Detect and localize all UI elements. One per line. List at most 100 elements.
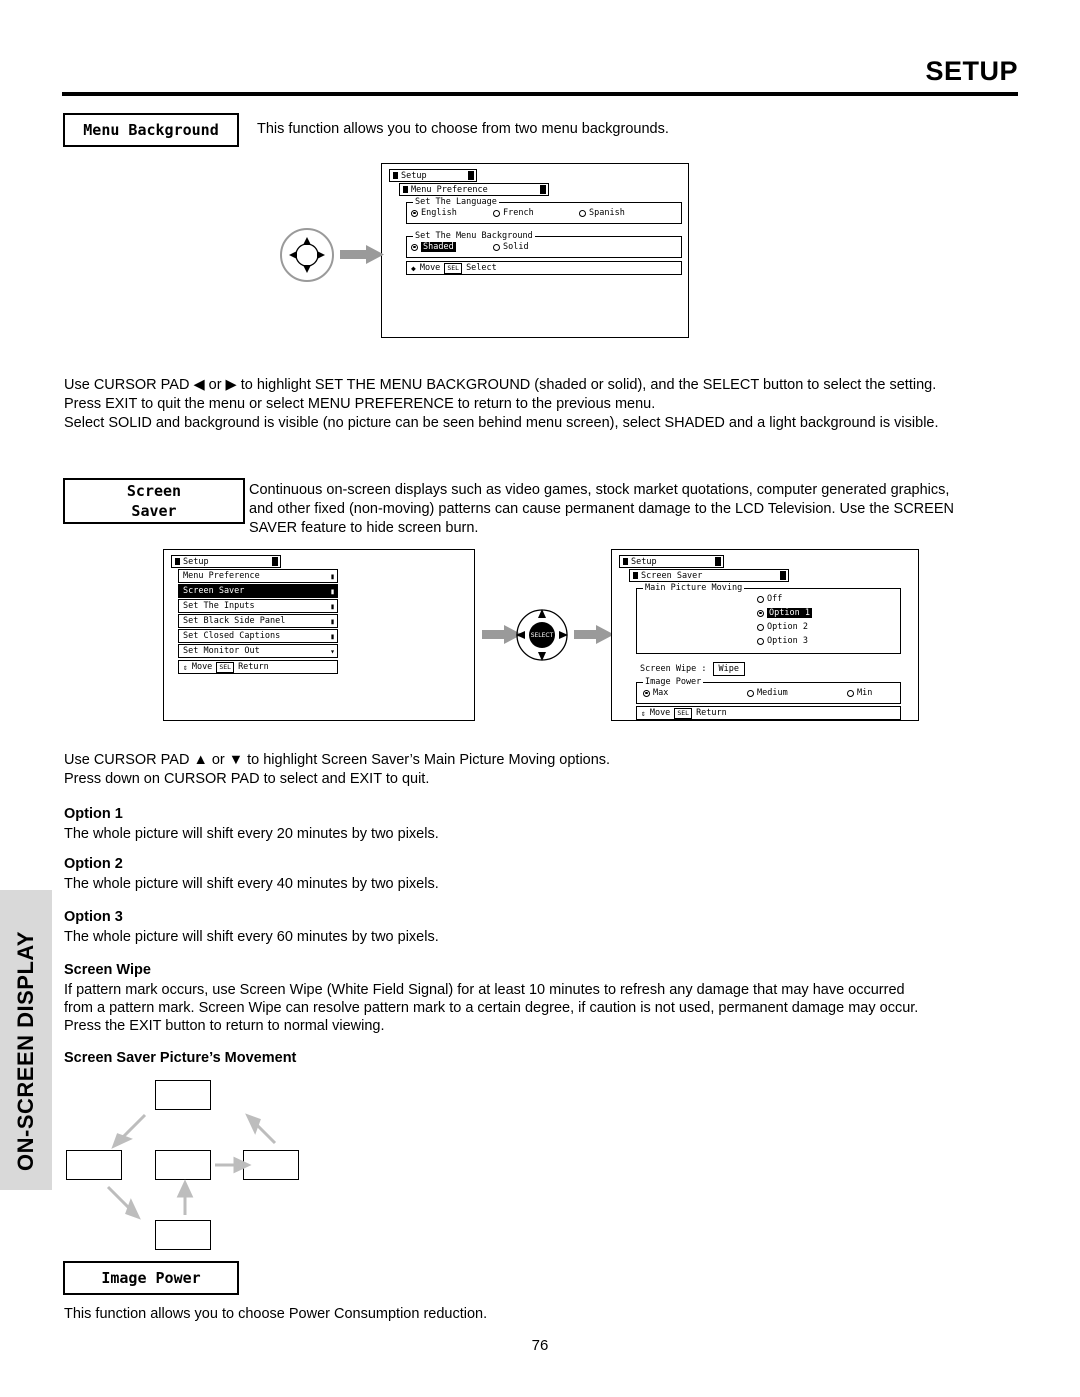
image-power-title: Image Power (643, 677, 704, 687)
osd-move-label: Move (191, 662, 213, 672)
language-option-spanish-label: Spanish (589, 208, 625, 218)
svg-text:SELECT: SELECT (531, 632, 554, 639)
radio-icon (757, 637, 764, 645)
radio-icon (757, 623, 764, 631)
option-2-heading: Option 2 (64, 856, 123, 872)
screen-wipe-heading: Screen Wipe (64, 962, 151, 978)
menu-background-intro: This function allows you to choose from … (257, 121, 669, 137)
screen-wipe-row[interactable]: Screen Wipe : Wipe (640, 662, 746, 676)
language-option-spanish[interactable]: Spanish (579, 208, 625, 218)
set-the-language-title: Set The Language (413, 197, 499, 207)
osd-screen-saver-tab: Screen Saver (629, 569, 789, 582)
osd-select-label: Select (466, 263, 497, 273)
osd-setup-menu-list: Setup Menu Preference ▮ Screen Saver ▮ S… (163, 549, 475, 721)
tab-end-marker-icon (780, 571, 786, 580)
cursor-pad-diagram-1 (280, 228, 384, 282)
option-1-text: The whole picture will shift every 20 mi… (64, 826, 439, 842)
option-2-text: The whole picture will shift every 40 mi… (64, 876, 439, 892)
mpm-option-2[interactable]: Option 2 (757, 622, 808, 632)
chevron-right-icon: ▮ (330, 631, 335, 641)
osd-menu-preference: Setup Menu Preference Set The Language E… (381, 163, 689, 338)
radio-icon (643, 689, 650, 697)
mpm-option-3-label: Option 3 (767, 636, 808, 646)
mpm-option-off-label: Off (767, 594, 783, 604)
side-tab: ON-SCREEN DISPLAY (0, 890, 52, 1190)
image-power-option-medium[interactable]: Medium (747, 688, 788, 698)
screen-saver-body-1: Use CURSOR PAD ▲ or ▼ to highlight Scree… (64, 752, 611, 768)
osd-bottom-bar: ◆ Move SEL Select (406, 261, 682, 275)
osd-move-label: Move (649, 708, 671, 718)
tab-marker-icon (633, 572, 638, 579)
tab-end-marker-icon (715, 557, 721, 566)
background-option-shaded[interactable]: Shaded (411, 242, 456, 252)
menu-item-label: Screen Saver (183, 586, 245, 596)
background-option-shaded-label: Shaded (421, 242, 456, 252)
menu-background-label-box: Menu Background (63, 113, 239, 147)
cursor-pad-diagram-2: SELECT (482, 609, 614, 661)
osd-setup-tab-label: Setup (183, 556, 209, 567)
tab-marker-icon (393, 172, 398, 179)
menu-background-body-1: Use CURSOR PAD ◀ or ▶ to highlight SET T… (64, 377, 937, 393)
background-option-solid[interactable]: Solid (493, 242, 529, 252)
menu-item-set-monitor-out[interactable]: Set Monitor Out ▾ (178, 644, 338, 658)
mpm-option-3[interactable]: Option 3 (757, 636, 808, 646)
chevron-right-icon: ▮ (330, 601, 335, 611)
osd-setup-tab-label: Setup (401, 170, 427, 181)
chevron-right-icon: ▮ (330, 571, 335, 581)
radio-icon (757, 595, 764, 603)
page-title: SETUP (925, 56, 1018, 86)
mpm-option-off[interactable]: Off (757, 594, 782, 604)
mpm-option-1[interactable]: Option 1 (757, 608, 812, 618)
osd-move-label: Move (419, 263, 441, 273)
set-the-language-group: Set The Language English French Spanish (406, 197, 682, 224)
image-power-option-min[interactable]: Min (847, 688, 872, 698)
osd-bottom-bar-left: ⇕ Move SEL Return (178, 660, 338, 674)
osd-setup-tab: Setup (171, 555, 281, 568)
tab-end-marker-icon (540, 185, 546, 194)
tab-marker-icon (403, 186, 408, 193)
menu-item-menu-preference[interactable]: Menu Preference ▮ (178, 569, 338, 583)
screen-saver-label-line1: Screen (126, 481, 182, 500)
menu-item-set-black-side-panel[interactable]: Set Black Side Panel ▮ (178, 614, 338, 628)
menu-background-body-3: Select SOLID and background is visible (… (64, 415, 939, 431)
image-power-group: Image Power Max Medium Min (636, 677, 901, 704)
chevron-down-icon: ▾ (330, 646, 335, 656)
screen-saver-intro-3: SAVER feature to hide screen burn. (249, 520, 479, 536)
image-power-option-max[interactable]: Max (643, 688, 668, 698)
osd-setup-tab-label: Setup (631, 556, 657, 567)
osd-select-key: SEL (674, 707, 693, 719)
radio-icon (747, 689, 754, 697)
osd-menu-preference-tab-label: Menu Preference (411, 184, 488, 195)
radio-icon (493, 209, 500, 217)
screen-wipe-text-1: If pattern mark occurs, use Screen Wipe … (64, 982, 905, 998)
menu-item-set-closed-captions[interactable]: Set Closed Captions ▮ (178, 629, 338, 643)
osd-setup-tab: Setup (619, 555, 724, 568)
language-option-english[interactable]: English (411, 208, 457, 218)
side-tab-label: ON-SCREEN DISPLAY (13, 931, 38, 1171)
radio-icon (493, 243, 500, 251)
set-the-menu-background-group: Set The Menu Background Shaded Solid (406, 231, 682, 258)
radio-icon (411, 209, 418, 217)
menu-item-screen-saver[interactable]: Screen Saver ▮ (178, 584, 338, 598)
menu-item-label: Set The Inputs (183, 601, 255, 611)
radio-icon (579, 209, 586, 217)
menu-item-set-the-inputs[interactable]: Set The Inputs ▮ (178, 599, 338, 613)
language-option-french-label: French (503, 208, 534, 218)
mpm-option-1-label: Option 1 (767, 608, 812, 618)
screen-saver-body-2: Press down on CURSOR PAD to select and E… (64, 771, 430, 787)
chevron-right-icon: ▮ (330, 616, 335, 626)
screen-saver-intro-2: and other fixed (non-moving) patterns ca… (249, 501, 954, 517)
menu-item-label: Set Monitor Out (183, 646, 260, 656)
image-power-option-medium-label: Medium (757, 688, 788, 698)
screen-saver-label-line2: Saver (131, 502, 177, 520)
movement-heading: Screen Saver Picture’s Movement (64, 1050, 297, 1066)
menu-background-body-2: Press EXIT to quit the menu or select ME… (64, 396, 656, 412)
menu-background-label: Menu Background (83, 120, 219, 139)
language-option-french[interactable]: French (493, 208, 534, 218)
radio-icon (411, 243, 418, 251)
image-power-text: This function allows you to choose Power… (64, 1306, 488, 1322)
chevron-right-icon: ▮ (330, 586, 335, 596)
background-option-solid-label: Solid (503, 242, 529, 252)
option-3-text: The whole picture will shift every 60 mi… (64, 929, 439, 945)
image-power-label: Image Power (101, 1268, 201, 1287)
